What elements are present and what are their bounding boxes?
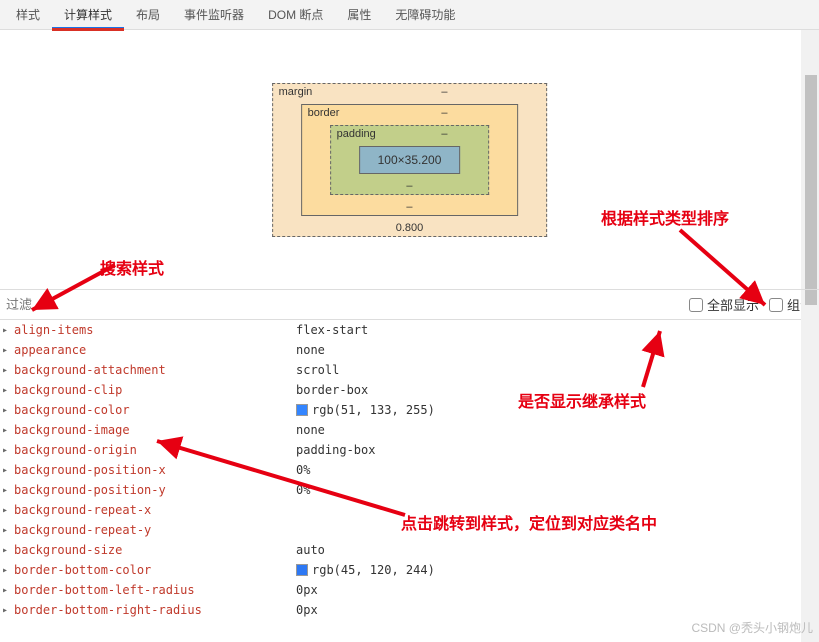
property-name[interactable]: border-bottom-right-radius bbox=[14, 603, 296, 617]
border-bottom-value: – bbox=[406, 201, 412, 213]
property-name[interactable]: background-size bbox=[14, 543, 296, 557]
property-value: rgb(51, 133, 255) bbox=[296, 403, 435, 417]
box-model-diagram[interactable]: margin – border – padding – 100×35.200 –… bbox=[272, 83, 548, 237]
property-value: flex-start bbox=[296, 323, 368, 337]
border-top-value: – bbox=[441, 107, 447, 119]
expand-triangle-icon[interactable]: ▸ bbox=[2, 325, 14, 336]
property-row[interactable]: ▸background-clipborder-box bbox=[0, 380, 819, 400]
property-row[interactable]: ▸background-repeat-x bbox=[0, 500, 819, 520]
expand-triangle-icon[interactable]: ▸ bbox=[2, 525, 14, 536]
border-label: border bbox=[308, 107, 340, 119]
show-all-label: 全部显示 bbox=[707, 295, 759, 314]
box-model-content[interactable]: 100×35.200 bbox=[359, 146, 461, 174]
property-row[interactable]: ▸background-sizeauto bbox=[0, 540, 819, 560]
filter-input[interactable] bbox=[2, 297, 122, 312]
tab-event-listeners[interactable]: 事件监听器 bbox=[172, 0, 256, 30]
property-value: auto bbox=[296, 543, 325, 557]
tab-styles[interactable]: 样式 bbox=[4, 0, 52, 30]
box-model-margin[interactable]: margin – border – padding – 100×35.200 –… bbox=[272, 83, 548, 237]
color-swatch-icon[interactable] bbox=[296, 404, 308, 416]
expand-triangle-icon[interactable]: ▸ bbox=[2, 485, 14, 496]
property-row[interactable]: ▸background-originpadding-box bbox=[0, 440, 819, 460]
property-row[interactable]: ▸border-bottom-right-radius0px bbox=[0, 600, 819, 620]
property-name[interactable]: background-position-y bbox=[14, 483, 296, 497]
expand-triangle-icon[interactable]: ▸ bbox=[2, 605, 14, 616]
property-name[interactable]: background-attachment bbox=[14, 363, 296, 377]
expand-triangle-icon[interactable]: ▸ bbox=[2, 405, 14, 416]
tab-dom-breakpoints[interactable]: DOM 断点 bbox=[256, 0, 335, 30]
expand-triangle-icon[interactable]: ▸ bbox=[2, 565, 14, 576]
property-name[interactable]: background-color bbox=[14, 403, 296, 417]
property-name[interactable]: background-position-x bbox=[14, 463, 296, 477]
group-checkbox[interactable] bbox=[769, 298, 783, 312]
property-name[interactable]: align-items bbox=[14, 323, 296, 337]
property-value: scroll bbox=[296, 363, 339, 377]
padding-bottom-value: – bbox=[406, 180, 412, 192]
property-name[interactable]: background-image bbox=[14, 423, 296, 437]
property-value: border-box bbox=[296, 383, 368, 397]
tab-computed[interactable]: 计算样式 bbox=[52, 0, 124, 30]
property-value: padding-box bbox=[296, 443, 375, 457]
property-row[interactable]: ▸background-position-y0% bbox=[0, 480, 819, 500]
watermark: CSDN @秃头小钢炮儿 bbox=[691, 619, 813, 636]
box-model-panel: margin – border – padding – 100×35.200 –… bbox=[0, 30, 819, 290]
property-name[interactable]: background-repeat-y bbox=[14, 523, 296, 537]
computed-properties-list: ▸align-itemsflex-start▸appearancenone▸ba… bbox=[0, 320, 819, 620]
property-name[interactable]: background-origin bbox=[14, 443, 296, 457]
property-row[interactable]: ▸background-repeat-y bbox=[0, 520, 819, 540]
property-name[interactable]: border-bottom-left-radius bbox=[14, 583, 296, 597]
color-swatch-icon[interactable] bbox=[296, 564, 308, 576]
tab-layout[interactable]: 布局 bbox=[124, 0, 172, 30]
property-value: none bbox=[296, 343, 325, 357]
tab-accessibility[interactable]: 无障碍功能 bbox=[383, 0, 467, 30]
box-model-border[interactable]: border – padding – 100×35.200 – – bbox=[301, 104, 519, 216]
property-value: 0% bbox=[296, 463, 310, 477]
devtools-tabs: 样式 计算样式 布局 事件监听器 DOM 断点 属性 无障碍功能 bbox=[0, 0, 819, 30]
expand-triangle-icon[interactable]: ▸ bbox=[2, 545, 14, 556]
property-row[interactable]: ▸background-imagenone bbox=[0, 420, 819, 440]
show-all-checkbox-wrap[interactable]: 全部显示 bbox=[689, 295, 759, 314]
property-row[interactable]: ▸border-bottom-colorrgb(45, 120, 244) bbox=[0, 560, 819, 580]
margin-label: margin bbox=[279, 86, 313, 98]
property-name[interactable]: background-clip bbox=[14, 383, 296, 397]
property-row[interactable]: ▸background-colorrgb(51, 133, 255) bbox=[0, 400, 819, 420]
expand-triangle-icon[interactable]: ▸ bbox=[2, 385, 14, 396]
show-all-checkbox[interactable] bbox=[689, 298, 703, 312]
property-row[interactable]: ▸background-attachmentscroll bbox=[0, 360, 819, 380]
expand-triangle-icon[interactable]: ▸ bbox=[2, 445, 14, 456]
property-row[interactable]: ▸appearancenone bbox=[0, 340, 819, 360]
property-value: none bbox=[296, 423, 325, 437]
property-row[interactable]: ▸align-itemsflex-start bbox=[0, 320, 819, 340]
property-name[interactable]: appearance bbox=[14, 343, 296, 357]
property-value: 0px bbox=[296, 603, 318, 617]
expand-triangle-icon[interactable]: ▸ bbox=[2, 585, 14, 596]
property-name[interactable]: background-repeat-x bbox=[14, 503, 296, 517]
tab-properties[interactable]: 属性 bbox=[335, 0, 383, 30]
property-value: 0px bbox=[296, 583, 318, 597]
margin-bottom-value: 0.800 bbox=[396, 222, 424, 234]
property-row[interactable]: ▸border-bottom-left-radius0px bbox=[0, 580, 819, 600]
padding-label: padding bbox=[337, 128, 376, 140]
box-model-padding[interactable]: padding – 100×35.200 – bbox=[330, 125, 490, 195]
expand-triangle-icon[interactable]: ▸ bbox=[2, 465, 14, 476]
margin-top-value: – bbox=[441, 86, 447, 98]
property-value: rgb(45, 120, 244) bbox=[296, 563, 435, 577]
property-value: 0% bbox=[296, 483, 310, 497]
property-name[interactable]: border-bottom-color bbox=[14, 563, 296, 577]
property-row[interactable]: ▸background-position-x0% bbox=[0, 460, 819, 480]
expand-triangle-icon[interactable]: ▸ bbox=[2, 345, 14, 356]
expand-triangle-icon[interactable]: ▸ bbox=[2, 365, 14, 376]
expand-triangle-icon[interactable]: ▸ bbox=[2, 505, 14, 516]
expand-triangle-icon[interactable]: ▸ bbox=[2, 425, 14, 436]
padding-top-value: – bbox=[441, 128, 447, 140]
filter-row: 全部显示 组合 bbox=[0, 290, 819, 320]
